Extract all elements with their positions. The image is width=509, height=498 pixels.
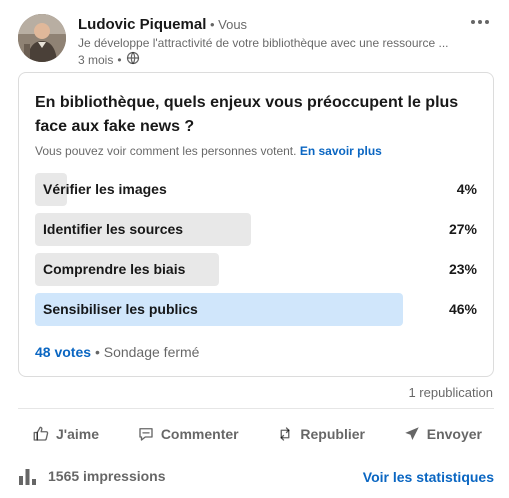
author-line: Ludovic Piquemal • Vous [78, 16, 247, 34]
poll-status: Sondage fermé [103, 344, 200, 360]
poll-option-label: Identifier les sources [43, 221, 184, 237]
post-meta-separator: • [117, 52, 122, 67]
repost-icon [280, 427, 290, 441]
post-time: 3 mois [78, 52, 114, 67]
author-headline: Je développe l'attractivité de votre bib… [78, 36, 449, 50]
send-icon [405, 427, 419, 440]
poll-option-percent: 23% [448, 261, 477, 277]
poll-footer: 48 votes • Sondage fermé [35, 343, 199, 361]
poll-footer-separator: • [94, 344, 100, 360]
poll-option-label: Sensibiliser les publics [43, 301, 198, 317]
more-options-icon [471, 20, 489, 24]
comment-button[interactable]: Commenter [137, 414, 239, 454]
see-statistics-link[interactable]: Voir les statistiques [363, 469, 494, 485]
divider [18, 408, 494, 409]
send-button[interactable]: Envoyer [403, 414, 482, 454]
more-options-button[interactable] [468, 12, 492, 32]
poll-question: En bibliothèque, quels enjeux vous préoc… [35, 94, 459, 135]
thumbs-up-icon [33, 426, 49, 441]
poll-option[interactable]: Sensibiliser les publics 46% [35, 293, 477, 326]
poll-note-text: Vous pouvez voir comment les personnes v… [35, 144, 297, 158]
avatar-photo [18, 14, 66, 62]
poll-option-percent: 4% [456, 181, 477, 197]
send-label: Envoyer [426, 426, 482, 442]
author-name[interactable]: Ludovic Piquemal [78, 16, 206, 33]
poll-option-percent: 46% [448, 301, 477, 317]
learn-more-link[interactable]: En savoir plus [300, 144, 382, 158]
poll-option-label: Vérifier les images [43, 181, 167, 197]
globe-icon [126, 51, 140, 69]
poll-option[interactable]: Comprendre les biais 23% [35, 253, 477, 286]
poll-note: Vous pouvez voir comment les personnes v… [35, 143, 382, 159]
post-header: Ludovic Piquemal • Vous Je développe l'a… [18, 12, 498, 69]
repost-label: Republier [300, 426, 365, 442]
poll-option-label: Comprendre les biais [43, 261, 186, 277]
like-button[interactable]: J'aime [32, 414, 99, 454]
poll-option-percent: 27% [448, 221, 477, 237]
author-relation: Vous [218, 17, 248, 32]
avatar[interactable] [18, 14, 66, 62]
comment-icon [139, 428, 153, 441]
poll-card: En bibliothèque, quels enjeux vous préoc… [18, 72, 494, 377]
impressions-count: 1565 impressions [48, 468, 166, 484]
repost-button[interactable]: Republier [276, 414, 365, 454]
post-meta: 3 mois • [78, 51, 140, 69]
impressions: 1565 impressions [18, 467, 166, 485]
analytics-icon [19, 469, 36, 485]
comment-label: Commenter [160, 426, 239, 442]
poll-votes-link[interactable]: 48 votes [35, 344, 91, 360]
post-stats: 1565 impressions Voir les statistiques [18, 467, 494, 489]
action-bar: J'aime Commenter Republier Envoyer [18, 414, 494, 454]
like-label: J'aime [56, 426, 100, 442]
poll-option[interactable]: Identifier les sources 27% [35, 213, 477, 246]
poll-option[interactable]: Vérifier les images 4% [35, 173, 477, 206]
reposts-count[interactable]: 1 republication [408, 385, 493, 401]
author-separator: • [206, 17, 219, 32]
